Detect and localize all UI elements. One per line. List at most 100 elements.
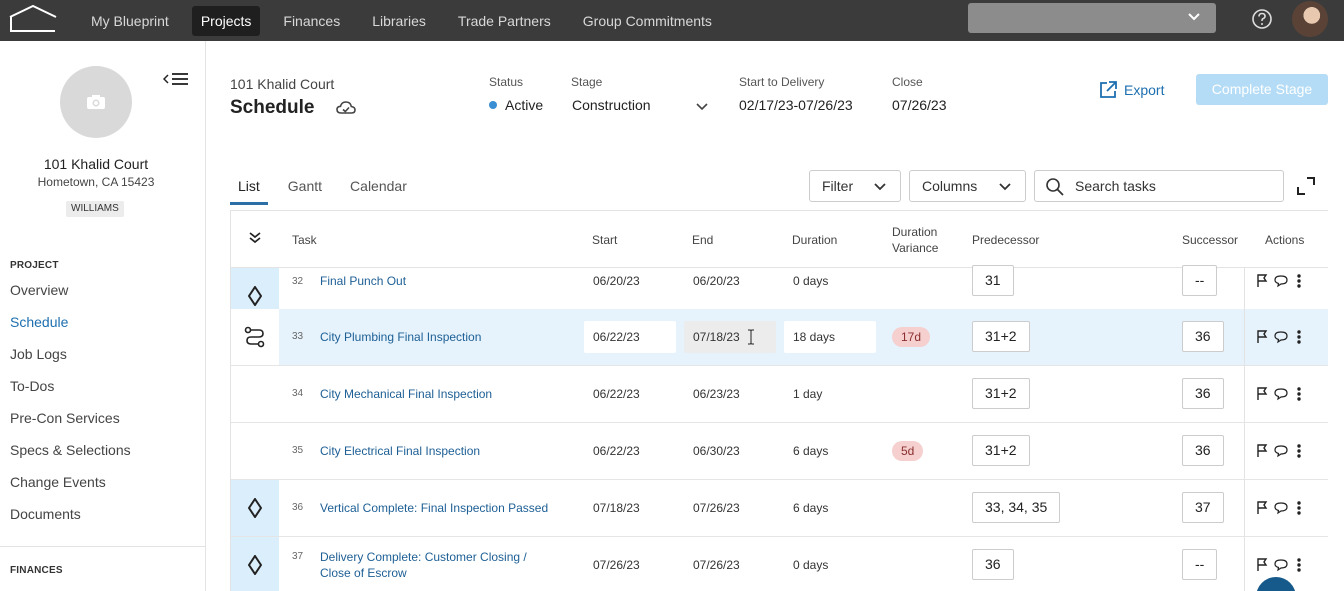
predecessor-field[interactable]: 31+2 [972,435,1030,466]
more-options-icon[interactable] [1294,386,1304,402]
user-avatar[interactable] [1292,1,1328,37]
export-button[interactable]: Export [1098,80,1164,100]
sidebar-item-change-events[interactable]: Change Events [10,474,106,490]
comment-icon[interactable] [1274,444,1288,458]
sidebar-item-pre-con-services[interactable]: Pre-Con Services [10,410,120,426]
tab-calendar[interactable]: Calendar [342,178,415,205]
sidebar-item-to-dos[interactable]: To-Dos [10,378,54,394]
comment-icon[interactable] [1274,330,1288,344]
task-name-line1[interactable]: Delivery Complete: Customer Closing / [320,549,527,565]
predecessor-field[interactable]: 31 [972,265,1014,296]
columns-button[interactable]: Columns [909,170,1026,202]
task-name[interactable]: City Mechanical Final Inspection [320,386,492,402]
task-name-line2[interactable]: Close of Escrow [320,565,407,581]
collapse-sidebar-icon[interactable] [163,72,189,88]
sidebar-item-specs-selections[interactable]: Specs & Selections [10,442,131,458]
flag-icon[interactable] [1256,558,1268,572]
flag-icon[interactable] [1256,330,1268,344]
more-options-icon[interactable] [1294,557,1304,573]
end-date[interactable]: 06/23/23 [693,387,740,401]
task-name[interactable]: Vertical Complete: Final Inspection Pass… [320,500,548,516]
home-logo-icon[interactable] [8,3,58,33]
start-date[interactable]: 07/26/23 [593,558,640,572]
start-date[interactable]: 07/18/23 [593,501,640,515]
successor-field[interactable]: -- [1182,549,1218,580]
project-selector[interactable] [968,3,1216,33]
end-date[interactable]: 06/20/23 [693,274,740,288]
col-successor[interactable]: Successor [1182,233,1238,247]
successor-field[interactable]: 36 [1182,435,1224,466]
stage-dropdown[interactable]: Construction [572,97,651,113]
col-variance-line1[interactable]: Duration [892,225,937,239]
start-date-input[interactable]: 06/22/23 [584,321,676,353]
table-row[interactable]: 34 City Mechanical Final Inspection 06/2… [231,366,1328,423]
flag-icon[interactable] [1256,274,1268,288]
more-options-icon[interactable] [1294,329,1304,345]
col-predecessor[interactable]: Predecessor [972,233,1039,247]
duration[interactable]: 1 day [793,387,822,401]
task-name[interactable]: Final Punch Out [320,273,406,289]
tab-gantt[interactable]: Gantt [280,178,330,205]
duration-input[interactable]: 18 days [784,321,876,353]
task-name[interactable]: City Electrical Final Inspection [320,443,480,459]
complete-stage-button[interactable]: Complete Stage [1196,74,1328,105]
project-photo[interactable] [60,66,132,138]
nav-projects[interactable]: Projects [191,5,261,36]
nav-finances[interactable]: Finances [274,6,349,36]
successor-field[interactable]: 37 [1182,492,1224,523]
duration[interactable]: 6 days [793,501,828,515]
sidebar-item-overview[interactable]: Overview [10,282,68,298]
more-options-icon[interactable] [1294,500,1304,516]
sidebar-item-documents[interactable]: Documents [10,506,81,522]
table-row[interactable]: 37 Delivery Complete: Customer Closing /… [231,537,1328,591]
nav-my-blueprint[interactable]: My Blueprint [82,6,178,36]
nav-trade-partners[interactable]: Trade Partners [449,6,560,36]
predecessor-field[interactable]: 33, 34, 35 [972,492,1061,523]
col-task[interactable]: Task [292,233,317,247]
comment-icon[interactable] [1274,558,1288,572]
end-date[interactable]: 07/26/23 [693,501,740,515]
successor-field[interactable]: 36 [1182,321,1224,352]
col-duration[interactable]: Duration [792,233,837,247]
project-name: 101 Khalid Court [43,156,149,172]
table-row[interactable]: 36 Vertical Complete: Final Inspection P… [231,480,1328,537]
comment-icon[interactable] [1274,387,1288,401]
table-row[interactable]: 35 City Electrical Final Inspection 06/2… [231,423,1328,480]
flag-icon[interactable] [1256,444,1268,458]
col-start[interactable]: Start [592,233,617,247]
tab-list[interactable]: List [230,178,268,205]
flag-icon[interactable] [1256,387,1268,401]
collapse-all-icon[interactable] [248,231,262,245]
predecessor-field[interactable]: 31+2 [972,378,1030,409]
predecessor-field[interactable]: 31+2 [972,321,1030,352]
start-date[interactable]: 06/22/23 [593,444,640,458]
end-date-input[interactable]: 07/18/23 [684,321,776,353]
sidebar-item-schedule[interactable]: Schedule [10,314,68,330]
more-options-icon[interactable] [1294,273,1304,289]
duration[interactable]: 0 days [793,274,828,288]
successor-field[interactable]: 36 [1182,378,1224,409]
nav-group-commitments[interactable]: Group Commitments [574,6,721,36]
comment-icon[interactable] [1274,274,1288,288]
search-input[interactable]: Search tasks [1034,170,1284,202]
successor-field[interactable]: -- [1182,265,1218,296]
duration[interactable]: 6 days [793,444,828,458]
col-end[interactable]: End [692,233,713,247]
expand-icon[interactable] [1296,176,1316,196]
help-icon[interactable] [1251,8,1273,30]
table-row[interactable]: 33 City Plumbing Final Inspection 06/22/… [231,309,1328,366]
chevron-down-icon[interactable] [696,102,708,112]
start-date[interactable]: 06/22/23 [593,387,640,401]
end-date[interactable]: 07/26/23 [693,558,740,572]
end-date[interactable]: 06/30/23 [693,444,740,458]
duration[interactable]: 0 days [793,558,828,572]
predecessor-field[interactable]: 36 [972,549,1014,580]
start-date[interactable]: 06/20/23 [593,274,640,288]
task-name[interactable]: City Plumbing Final Inspection [320,329,481,345]
flag-icon[interactable] [1256,501,1268,515]
sidebar-item-job-logs[interactable]: Job Logs [10,346,67,362]
more-options-icon[interactable] [1294,443,1304,459]
nav-libraries[interactable]: Libraries [363,6,435,36]
filter-button[interactable]: Filter [809,170,901,202]
comment-icon[interactable] [1274,501,1288,515]
